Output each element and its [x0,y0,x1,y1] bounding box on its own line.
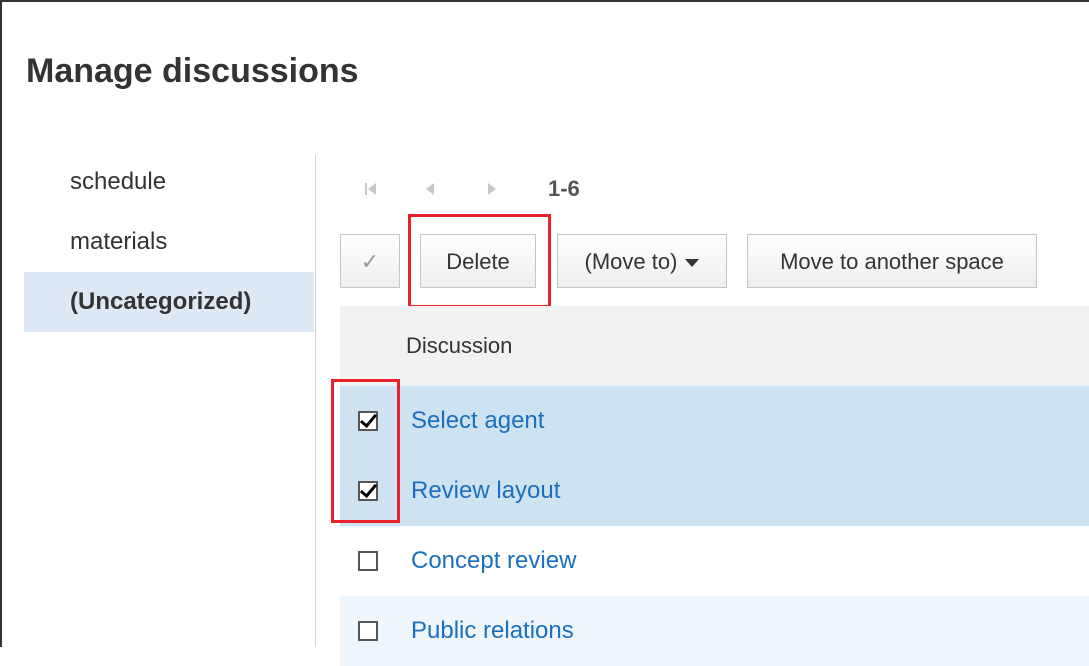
row-checkbox[interactable] [358,411,378,431]
move-to-label: (Move to) [584,249,678,274]
discussion-table: Discussion Select agent Review layout Co… [340,306,1089,666]
sidebar-item-uncategorized[interactable]: (Uncategorized) [24,272,314,332]
vertical-divider [315,155,316,647]
checkmark-icon: ✓ [360,249,380,274]
pagination: 1-6 [360,175,580,203]
page-range: 1-6 [548,176,580,201]
discussion-link[interactable]: Public relations [411,617,574,645]
move-to-dropdown[interactable]: (Move to) [557,234,727,288]
discussion-link[interactable]: Select agent [411,407,544,435]
row-checkbox[interactable] [358,621,378,641]
next-page-icon[interactable] [480,178,502,200]
delete-button[interactable]: Delete [420,234,536,288]
sidebar-item-materials[interactable]: materials [24,212,314,272]
table-row[interactable]: Select agent [340,386,1089,456]
move-to-another-space-button[interactable]: Move to another space [747,234,1037,288]
select-all-button[interactable]: ✓ [340,234,400,288]
table-row[interactable]: Review layout [340,456,1089,526]
prev-page-icon[interactable] [420,178,442,200]
first-page-icon[interactable] [360,178,382,200]
category-sidebar: schedule materials (Uncategorized) [24,152,314,332]
page-title: Manage discussions [26,52,359,90]
chevron-down-icon [685,259,700,268]
sidebar-item-schedule[interactable]: schedule [24,152,314,212]
table-row[interactable]: Public relations [340,596,1089,666]
row-checkbox[interactable] [358,481,378,501]
discussion-link[interactable]: Concept review [411,547,576,575]
table-row[interactable]: Concept review [340,526,1089,596]
row-checkbox[interactable] [358,551,378,571]
column-header-discussion: Discussion [340,306,1089,386]
discussion-link[interactable]: Review layout [411,477,560,505]
